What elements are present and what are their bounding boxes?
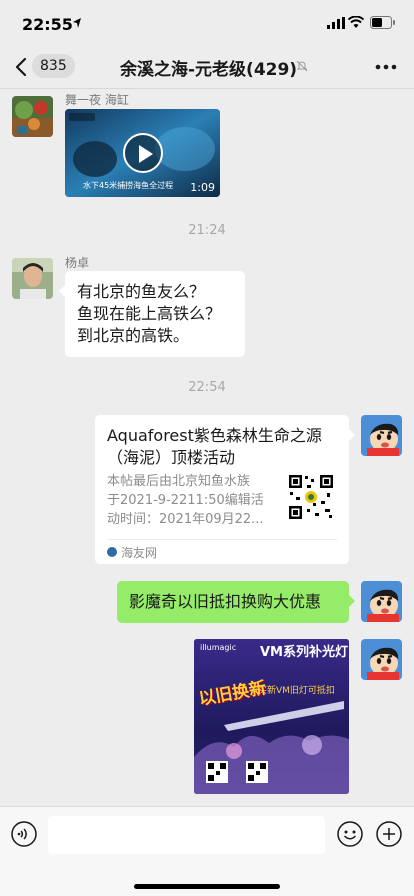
chat-header: 835 余溪之海-元老级(429) [0, 48, 414, 88]
sender-name: 舞一夜 海缸 [65, 93, 129, 107]
link-card-message[interactable]: Aquaforest紫色森林生命之源（海泥）顶楼活动 本帖最后由北京知鱼水族 于… [95, 415, 355, 564]
poster-subline: 买新VM旧灯可抵扣 [258, 686, 335, 696]
message-line: 到北京的高铁。 [77, 326, 190, 345]
chat-input-bar [0, 806, 414, 896]
header-divider [0, 88, 414, 89]
self-avatar[interactable] [361, 581, 402, 622]
play-icon[interactable] [123, 133, 163, 173]
home-indicator [134, 884, 280, 889]
avatar[interactable] [12, 258, 53, 299]
status-bar: 22:55 [0, 0, 414, 48]
voice-input-icon[interactable] [11, 821, 37, 847]
self-avatar[interactable] [361, 639, 402, 680]
poster-brand: illumagic [200, 643, 237, 652]
cellular-signal-icon [327, 17, 345, 29]
self-text-message-bubble[interactable]: 影魔奇以旧抵扣换购大优惠 [117, 581, 355, 623]
unread-count-badge[interactable]: 835 [32, 54, 75, 78]
muted-bell-icon [296, 60, 308, 72]
poster-headline: VM系列补光灯 [260, 645, 348, 660]
link-card-description: 本帖最后由北京知鱼水族 于2021-9-2211:50编辑活 动时间：2021年… [107, 472, 275, 529]
message-line: 鱼现在能上高铁么？ [77, 304, 222, 323]
time-divider: 22:54 [188, 380, 226, 395]
emoji-icon[interactable] [337, 821, 363, 847]
wifi-icon [348, 16, 364, 28]
more-options-icon[interactable] [375, 64, 397, 70]
time-divider: 21:24 [188, 223, 226, 238]
message-text: 影魔奇以旧抵扣换购大优惠 [129, 592, 322, 611]
message-input[interactable] [48, 816, 325, 854]
description-line: 动时间：2021年09月22... [107, 512, 264, 527]
description-line: 本帖最后由北京知鱼水族 [107, 474, 251, 489]
qr-code-thumbnail [287, 473, 335, 521]
battery-icon [370, 16, 395, 29]
chat-title: 余溪之海-元老级(429) [120, 60, 298, 80]
image-message[interactable]: illumagic VM系列补光灯 以旧换新 买新VM旧灯可抵扣 [194, 639, 349, 794]
sender-name: 杨卓 [65, 256, 90, 270]
video-message[interactable]: 水下45米捕捞海鱼全过程 1:09 [65, 109, 220, 197]
more-actions-plus-icon[interactable] [376, 821, 402, 847]
text-message-bubble[interactable]: 有北京的鱼友么？ 鱼现在能上高铁么？ 到北京的高铁。 [59, 271, 245, 357]
self-avatar[interactable] [361, 415, 402, 456]
source-logo-icon [107, 547, 117, 557]
link-card-title: Aquaforest紫色森林生命之源（海泥）顶楼活动 [107, 426, 322, 467]
video-caption: 水下45米捕捞海鱼全过程 [83, 181, 174, 190]
description-line: 于2021-9-2211:50编辑活 [107, 493, 264, 508]
video-duration: 1:09 [190, 181, 215, 194]
location-arrow-icon [73, 18, 81, 28]
message-line: 有北京的鱼友么？ [77, 282, 206, 301]
avatar[interactable] [12, 96, 53, 137]
link-card-source: 海友网 [121, 546, 158, 560]
status-time: 22:55 [22, 15, 73, 34]
back-chevron-icon[interactable] [12, 56, 32, 78]
card-divider [107, 539, 337, 540]
